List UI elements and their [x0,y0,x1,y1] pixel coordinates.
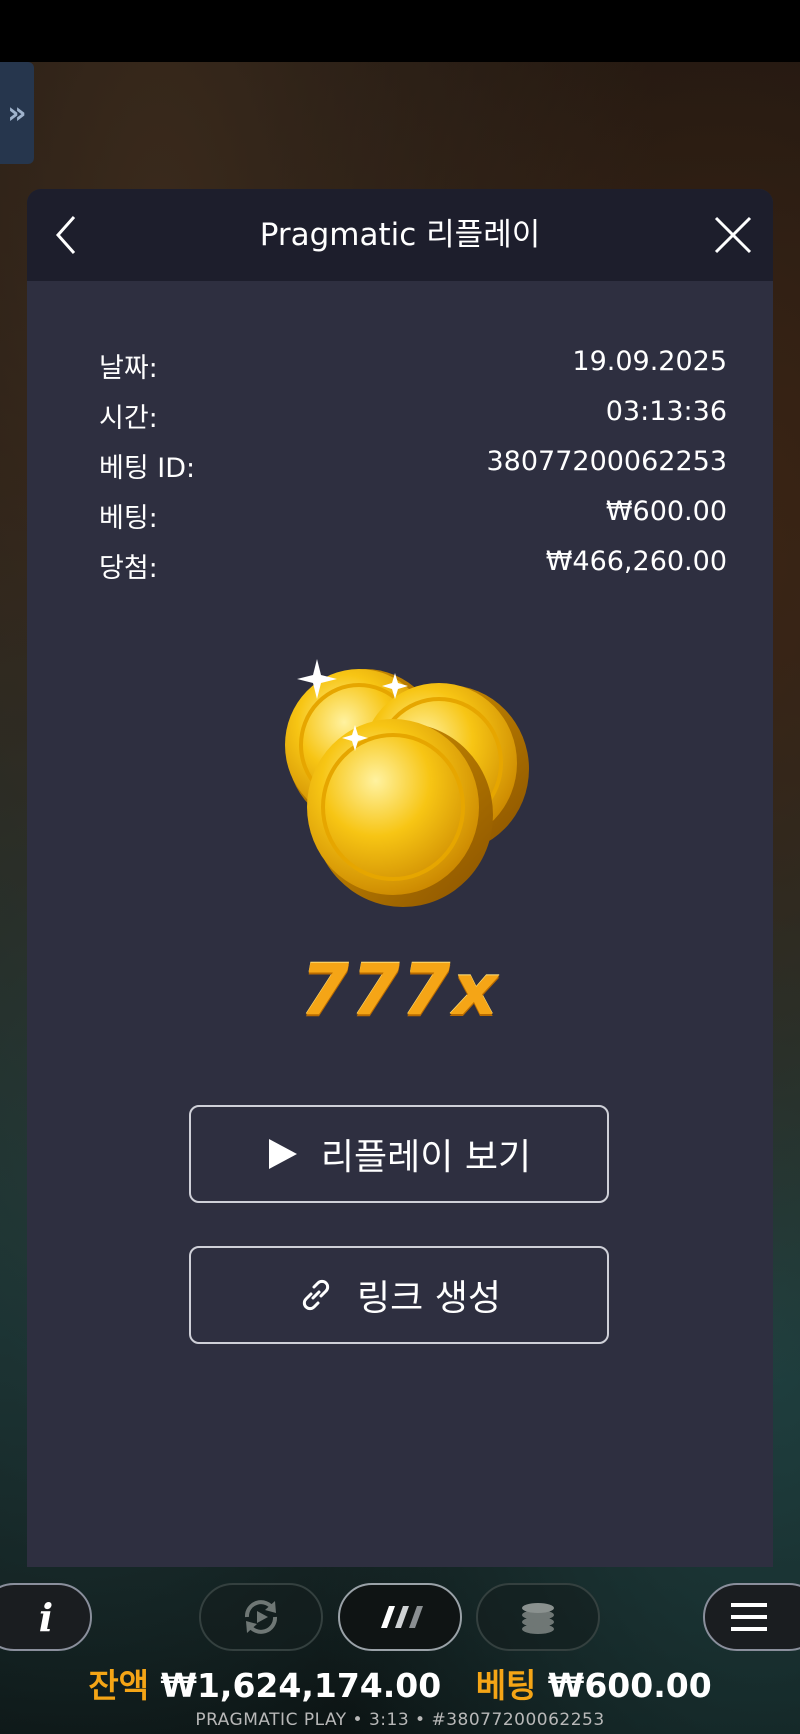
link-icon [297,1276,335,1314]
close-button[interactable] [705,207,761,263]
side-panel-toggle[interactable]: » [0,62,34,164]
date-label: 날짜: [99,353,158,384]
double-chevron-right-icon: » [7,95,27,131]
win-label: 당첨: [99,553,158,584]
replay-panel: Pragmatic 리플레이 날짜: 19.09.2025 시간: 03:13:… [27,189,773,1567]
create-link-button[interactable]: 링크 생성 [189,1246,609,1344]
play-icon [267,1137,299,1171]
gold-coins-image [285,659,529,907]
info-button[interactable]: i [0,1583,92,1651]
watch-replay-label: 리플레이 보기 [320,1137,532,1178]
balance-label: 잔액 [88,1666,150,1705]
panel-header: Pragmatic 리플레이 [27,189,773,281]
bottom-bar: i 잔액 ₩1,624,174.00 베팅 ₩600.00 PRAGMATIC … [0,1567,800,1734]
autoplay-button[interactable] [199,1583,323,1651]
info-icon: i [38,1594,54,1640]
bet-value: ₩600.00 [605,496,727,527]
win-value: ₩466,260.00 [545,546,727,577]
menu-button[interactable] [703,1583,800,1651]
time-label: 시간: [99,403,158,434]
close-icon [714,216,752,254]
balance-line: 잔액 ₩1,624,174.00 베팅 ₩600.00 [0,1659,800,1707]
autoplay-icon [245,1600,277,1634]
menu-icon [731,1603,767,1631]
game-footer: PRAGMATIC PLAY • 3:13 • #38077200062253 [195,1710,605,1730]
date-value: 19.09.2025 [572,346,727,377]
turbo-button[interactable] [338,1583,462,1651]
bet-id-row: 베팅 ID: 38077200062253 [99,446,727,486]
date-row: 날짜: 19.09.2025 [99,346,727,386]
bet-id-value: 38077200062253 [486,446,728,477]
win-row: 당첨: ₩466,260.00 [99,546,727,586]
panel-title: Pragmatic 리플레이 [259,217,541,253]
bet-row: 베팅: ₩600.00 [99,496,727,536]
balance-value: ₩1,624,174.00 [160,1666,442,1705]
bet-label: 베팅: [99,503,158,534]
time-value: 03:13:36 [605,396,727,427]
turbo-icon [381,1606,423,1628]
bet-id-label: 베팅 ID: [99,453,196,484]
win-multiplier: 777x [300,949,500,1031]
bet-coins-button[interactable] [476,1583,600,1651]
watch-replay-button[interactable]: 리플레이 보기 [189,1105,609,1203]
create-link-label: 링크 생성 [357,1278,501,1319]
bottom-bet-label: 베팅 [475,1666,537,1705]
bottom-bet-value: ₩600.00 [547,1666,712,1705]
coins-icon [522,1603,554,1634]
time-row: 시간: 03:13:36 [99,396,727,436]
